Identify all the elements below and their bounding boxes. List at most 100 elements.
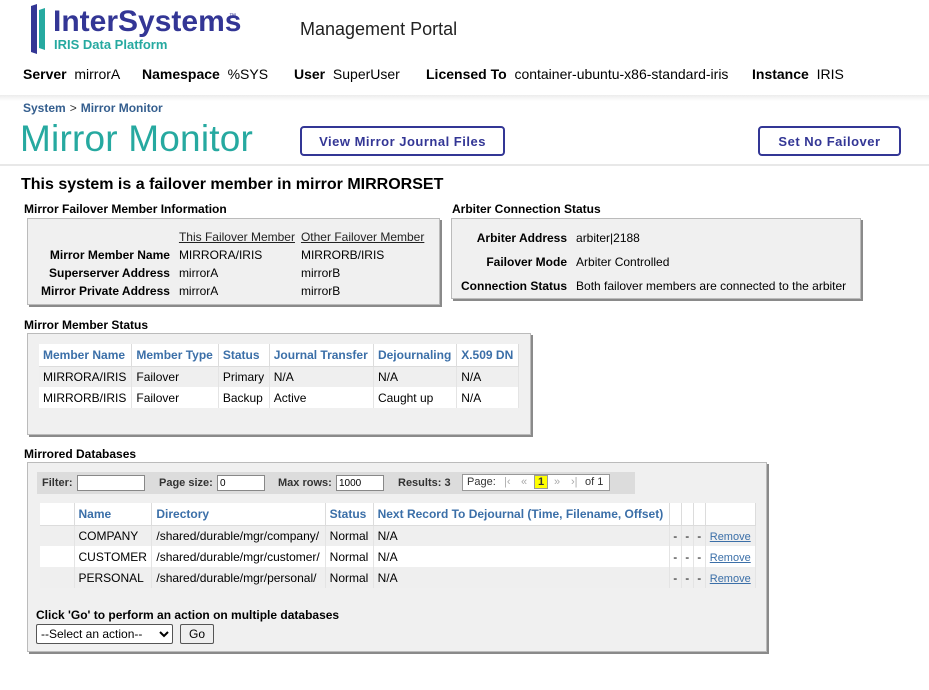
row-checkbox-cell[interactable] [40, 546, 75, 567]
current-page[interactable]: 1 [534, 475, 549, 489]
info-row: Mirror Private Address mirrorA mirrorB [38, 282, 427, 300]
row-checkbox-cell[interactable] [40, 567, 75, 588]
row-checkbox-cell[interactable] [40, 525, 75, 546]
row-value: Both failover members are connected to t… [576, 279, 847, 293]
info-row: Mirror Member Name MIRRORA/IRIS MIRRORB/… [38, 246, 427, 264]
col-other-member: Other Failover Member [300, 230, 425, 244]
cell: MIRRORB/IRIS [39, 387, 133, 408]
col-name[interactable]: Name [74, 503, 153, 526]
max-rows-label: Max rows: [278, 477, 332, 489]
member-status-title: Mirror Member Status [24, 318, 149, 332]
mirror-status-heading: This system is a failover member in mirr… [21, 176, 444, 193]
this-value: mirrorA [178, 284, 219, 298]
cell: Active [269, 387, 374, 408]
instance-info: Instance IRIS [752, 66, 844, 82]
col-blank-2 [681, 503, 694, 526]
cell: N/A [456, 366, 519, 387]
table-row: CUSTOMER /shared/durable/mgr/customer/ N… [40, 546, 757, 567]
col-action [705, 503, 757, 526]
cell: N/A [373, 366, 458, 387]
pager: Page: |‹ « 1 » ›| of 1 [462, 474, 610, 491]
cell: - [681, 567, 694, 588]
db-name: COMPANY [74, 525, 153, 546]
view-mirror-journal-files-button[interactable]: View Mirror Journal Files [300, 126, 505, 156]
db-directory: /shared/durable/mgr/customer/ [151, 546, 326, 567]
row-label: Mirror Member Name [49, 248, 170, 262]
col-x509-dn[interactable]: X.509 DN [456, 344, 519, 367]
page-size-label: Page size: [159, 477, 213, 489]
table-row: COMPANY /shared/durable/mgr/company/ Nor… [40, 525, 757, 546]
cell: - [693, 546, 706, 567]
remove-link[interactable]: Remove [710, 573, 751, 585]
cell: - [669, 525, 682, 546]
bulk-action-label: Click 'Go' to perform an action on multi… [36, 608, 340, 622]
breadcrumb-current[interactable]: Mirror Monitor [81, 101, 163, 115]
this-value: mirrorA [178, 266, 219, 280]
page-label: Page: [467, 476, 496, 488]
row-label: Arbiter Address [476, 231, 568, 245]
cell: - [669, 546, 682, 567]
cell: N/A [269, 366, 374, 387]
arbiter-status-panel: Arbiter Address arbiter|2188 Failover Mo… [451, 218, 861, 299]
other-value: mirrorB [300, 284, 341, 298]
go-button[interactable]: Go [180, 624, 214, 644]
col-member-name[interactable]: Member Name [39, 344, 133, 367]
cell: N/A [456, 387, 519, 408]
col-status[interactable]: Status [218, 344, 270, 367]
col-status[interactable]: Status [325, 503, 374, 526]
table-row: MIRRORB/IRIS Failover Backup Active Caug… [39, 387, 519, 408]
col-this-member: This Failover Member [178, 230, 295, 244]
breadcrumb-system-link[interactable]: System [23, 101, 66, 115]
cell: Backup [218, 387, 270, 408]
member-status-table: Member Name Member Type Status Journal T… [39, 344, 519, 408]
remove-link[interactable]: Remove [710, 531, 751, 543]
table-row: MIRRORA/IRIS Failover Primary N/A N/A N/… [39, 366, 519, 387]
intersystems-logo: InterSystems ™ IRIS Data Platform [31, 4, 241, 54]
last-page-icon[interactable]: ›| [571, 476, 578, 488]
cell: - [681, 546, 694, 567]
db-name: PERSONAL [74, 567, 153, 588]
db-next-record: N/A [373, 546, 670, 567]
prev-page-icon[interactable]: « [521, 476, 527, 488]
col-next-record[interactable]: Next Record To Dejournal (Time, Filename… [373, 503, 670, 526]
page-size-input[interactable] [217, 475, 265, 491]
col-dejournaling[interactable]: Dejournaling [373, 344, 458, 367]
table-row: PERSONAL /shared/durable/mgr/personal/ N… [40, 567, 757, 588]
svg-text:™: ™ [229, 13, 236, 20]
filter-input[interactable] [77, 475, 145, 491]
set-no-failover-button[interactable]: Set No Failover [758, 126, 901, 156]
db-next-record: N/A [373, 525, 670, 546]
databases-table: Name Directory Status Next Record To Dej… [40, 503, 757, 588]
db-status: Normal [325, 567, 374, 588]
page-title: Mirror Monitor [20, 118, 254, 159]
db-next-record: N/A [373, 567, 670, 588]
cell: Caught up [373, 387, 458, 408]
db-directory: /shared/durable/mgr/company/ [151, 525, 326, 546]
first-page-icon[interactable]: |‹ [504, 476, 511, 488]
failover-info-title: Mirror Failover Member Information [24, 202, 227, 216]
license-info: Licensed To container-ubuntu-x86-standar… [426, 66, 729, 82]
col-journal-transfer[interactable]: Journal Transfer [269, 344, 374, 367]
next-page-icon[interactable]: » [554, 476, 560, 488]
row-label: Superserver Address [48, 266, 170, 280]
col-directory[interactable]: Directory [151, 503, 326, 526]
databases-table-wrap: Name Directory Status Next Record To Dej… [37, 500, 759, 596]
cell: - [693, 525, 706, 546]
arbiter-status-title: Arbiter Connection Status [452, 202, 601, 216]
row-value: Arbiter Controlled [576, 255, 670, 269]
arbiter-row: Failover Mode Arbiter Controlled [458, 250, 849, 274]
col-member-type[interactable]: Member Type [131, 344, 219, 367]
max-rows-input[interactable] [336, 475, 384, 491]
row-label: Mirror Private Address [41, 284, 170, 298]
bulk-action-select[interactable]: --Select an action-- [36, 624, 173, 644]
results-count: Results: 3 [398, 477, 451, 489]
db-directory: /shared/durable/mgr/personal/ [151, 567, 326, 588]
arbiter-row: Arbiter Address arbiter|2188 [458, 226, 849, 250]
remove-link[interactable]: Remove [710, 552, 751, 564]
db-status: Normal [325, 525, 374, 546]
row-label: Connection Status [461, 279, 568, 293]
this-value: MIRRORA/IRIS [178, 248, 263, 262]
other-value: MIRRORB/IRIS [300, 248, 385, 262]
arbiter-table: Arbiter Address arbiter|2188 Failover Mo… [458, 226, 849, 298]
portal-title: Management Portal [300, 19, 458, 39]
